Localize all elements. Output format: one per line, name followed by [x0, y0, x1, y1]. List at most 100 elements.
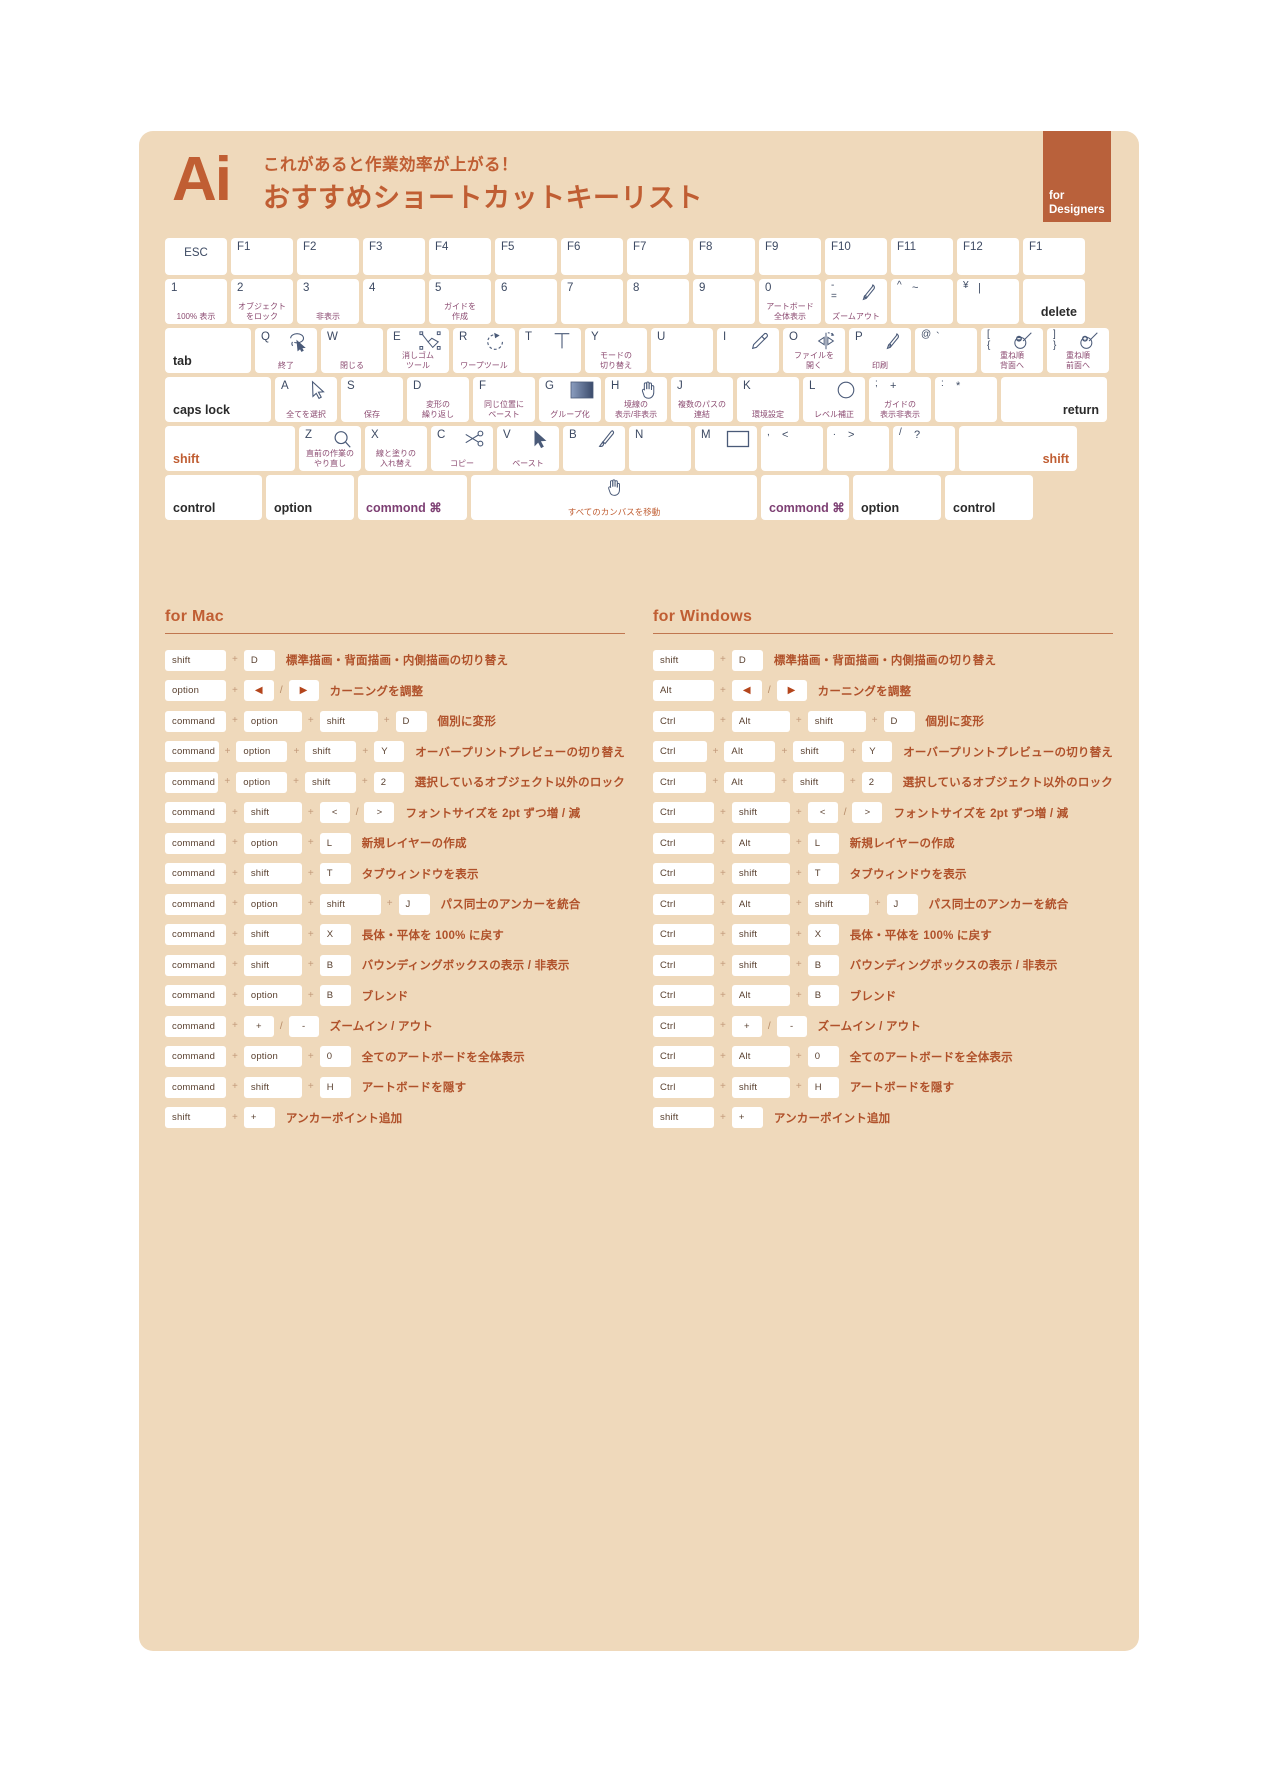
modifier-key[interactable]: option	[236, 771, 288, 793]
key-key-m[interactable]: M	[695, 426, 757, 471]
key-space[interactable]: すべてのカンバスを移動	[471, 475, 757, 520]
modifier-key[interactable]: Ctrl	[653, 1046, 714, 1068]
key-command-left[interactable]: commond ⌘	[358, 475, 467, 520]
letter-key[interactable]: H	[807, 1076, 839, 1098]
key-at-backtick[interactable]: @ `	[915, 328, 977, 373]
key-f9[interactable]: F9	[759, 238, 821, 275]
letter-key[interactable]: D	[395, 710, 427, 732]
key-key-w[interactable]: W 閉じる	[321, 328, 383, 373]
modifier-key[interactable]: shift	[792, 771, 844, 793]
letter-key[interactable]: -	[288, 1015, 319, 1037]
letter-key[interactable]: 2	[373, 771, 404, 793]
modifier-key[interactable]: shift	[731, 863, 790, 885]
modifier-key[interactable]: Ctrl	[653, 802, 714, 824]
letter-key[interactable]: +	[243, 1107, 275, 1129]
key-key-a[interactable]: A 全てを選択	[275, 377, 337, 422]
key-option-right[interactable]: option	[853, 475, 941, 520]
letter-key[interactable]: B	[807, 985, 839, 1007]
key-f11[interactable]: F11	[891, 238, 953, 275]
letter-key[interactable]: H	[319, 1076, 351, 1098]
letter-key[interactable]: X	[319, 924, 351, 946]
modifier-key[interactable]: shift	[807, 710, 866, 732]
modifier-key[interactable]: command	[165, 924, 226, 946]
letter-key[interactable]: J	[398, 893, 430, 915]
letter-key[interactable]: B	[319, 985, 351, 1007]
key-key-b[interactable]: B	[563, 426, 625, 471]
modifier-key[interactable]: option	[165, 680, 226, 702]
modifier-key[interactable]: shift	[243, 924, 302, 946]
letter-key[interactable]: +	[731, 1015, 762, 1037]
key-key-u[interactable]: U	[651, 328, 713, 373]
key-key-f[interactable]: F 同じ位置に ペースト	[473, 377, 535, 422]
modifier-key[interactable]: Ctrl	[653, 954, 714, 976]
letter-key[interactable]: >	[364, 802, 395, 824]
key-f3[interactable]: F3	[363, 238, 425, 275]
modifier-key[interactable]: Alt	[731, 710, 790, 732]
modifier-key[interactable]: command	[165, 802, 226, 824]
modifier-key[interactable]: shift	[731, 954, 790, 976]
letter-key[interactable]: B	[807, 954, 839, 976]
letter-key[interactable]: <	[319, 802, 350, 824]
modifier-key[interactable]: Ctrl	[653, 985, 714, 1007]
key-f1[interactable]: F1	[231, 238, 293, 275]
arrow-right-key[interactable]: ▶	[288, 680, 319, 702]
key-f8[interactable]: F8	[693, 238, 755, 275]
key-control-left[interactable]: control	[165, 475, 262, 520]
key-slash-question[interactable]: /?	[893, 426, 955, 471]
modifier-key[interactable]: command	[165, 710, 226, 732]
key-f13[interactable]: F1	[1023, 238, 1085, 275]
letter-key[interactable]: X	[807, 924, 839, 946]
key-digit-6[interactable]: 6	[495, 279, 557, 324]
key-key-l[interactable]: L レベル補正	[803, 377, 865, 422]
key-f7[interactable]: F7	[627, 238, 689, 275]
letter-key[interactable]: T	[319, 863, 351, 885]
modifier-key[interactable]: shift	[653, 649, 714, 671]
modifier-key[interactable]: Alt	[731, 893, 790, 915]
letter-key[interactable]: T	[807, 863, 839, 885]
letter-key[interactable]: Y	[374, 741, 405, 763]
modifier-key[interactable]: shift	[807, 893, 869, 915]
modifier-key[interactable]: Ctrl	[653, 832, 714, 854]
modifier-key[interactable]: Ctrl	[653, 741, 707, 763]
key-digit-4[interactable]: 4	[363, 279, 425, 324]
key-key-j[interactable]: J 複数のパスの 連結	[671, 377, 733, 422]
key-shift-right[interactable]: shift	[959, 426, 1077, 471]
key-f2[interactable]: F2	[297, 238, 359, 275]
modifier-key[interactable]: option	[236, 741, 288, 763]
modifier-key[interactable]: shift	[304, 771, 356, 793]
modifier-key[interactable]: Alt	[731, 832, 790, 854]
key-digit-7[interactable]: 7	[561, 279, 623, 324]
letter-key[interactable]: <	[807, 802, 838, 824]
letter-key[interactable]: B	[319, 954, 351, 976]
modifier-key[interactable]: command	[165, 832, 226, 854]
key-minus-equals[interactable]: - = ズームアウト	[825, 279, 887, 324]
modifier-key[interactable]: Alt	[724, 771, 776, 793]
modifier-key[interactable]: shift	[731, 802, 790, 824]
modifier-key[interactable]: option	[243, 893, 302, 915]
key-key-e[interactable]: E 消しゴム ツール	[387, 328, 449, 373]
key-key-y[interactable]: Y モードの 切り替え	[585, 328, 647, 373]
modifier-key[interactable]: Ctrl	[653, 924, 714, 946]
arrow-right-key[interactable]: ▶	[776, 680, 807, 702]
letter-key[interactable]: L	[807, 832, 839, 854]
key-comma-lt[interactable]: , <	[761, 426, 823, 471]
modifier-key[interactable]: Alt	[731, 1046, 790, 1068]
modifier-key[interactable]: shift	[305, 741, 357, 763]
key-delete[interactable]: delete	[1023, 279, 1085, 324]
letter-key[interactable]: D	[731, 649, 763, 671]
arrow-left-key[interactable]: ◀	[243, 680, 274, 702]
key-tab[interactable]: tab	[165, 328, 251, 373]
letter-key[interactable]: Y	[862, 741, 893, 763]
modifier-key[interactable]: command	[165, 1076, 226, 1098]
letter-key[interactable]: 2	[861, 771, 892, 793]
letter-key[interactable]: D	[883, 710, 915, 732]
letter-key[interactable]: 0	[807, 1046, 839, 1068]
modifier-key[interactable]: option	[243, 1046, 302, 1068]
modifier-key[interactable]: Alt	[724, 741, 776, 763]
letter-key[interactable]: +	[731, 1107, 763, 1129]
modifier-key[interactable]: Alt	[653, 680, 714, 702]
modifier-key[interactable]: shift	[165, 1107, 226, 1129]
key-key-q[interactable]: Q 終了	[255, 328, 317, 373]
modifier-key[interactable]: command	[165, 893, 226, 915]
key-digit-2[interactable]: 2 オブジェクト をロック	[231, 279, 293, 324]
